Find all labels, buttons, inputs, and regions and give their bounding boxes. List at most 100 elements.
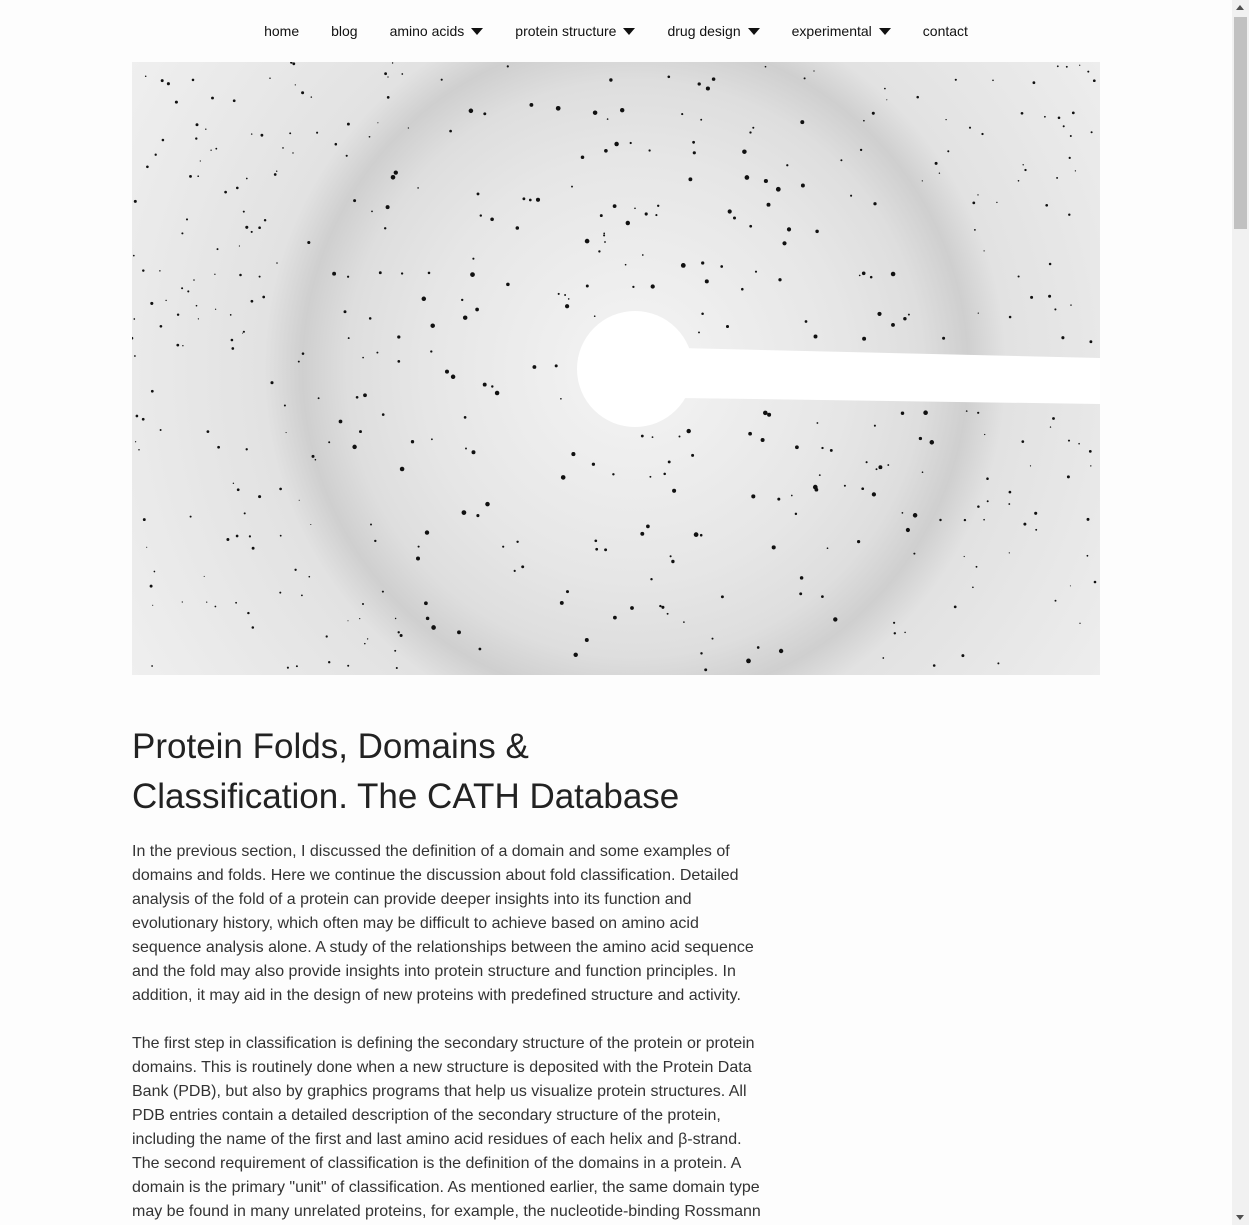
scrollbar-thumb[interactable] [1234,17,1247,229]
diffraction-spot [686,428,691,434]
vertical-scrollbar[interactable] [1232,0,1249,1225]
diffraction-spot [513,569,516,572]
diffraction-spot [640,434,644,438]
diffraction-spot [289,132,292,135]
nav-experimental[interactable]: experimental [776,23,907,39]
diffraction-spot [1070,304,1072,306]
diffraction-spot [1030,295,1034,299]
nav-protein-structure[interactable]: protein structure [499,23,651,39]
diffraction-spot [314,458,317,461]
diffraction-spot [799,576,804,580]
diffraction-spot [276,262,278,264]
diffraction-spot [913,552,916,555]
diffraction-spot [242,332,244,334]
diffraction-spot [399,633,403,638]
diffraction-spot [564,304,570,309]
diffraction-spot [470,272,475,277]
diffraction-spot [863,119,865,122]
diffraction-spot [904,631,906,634]
diffraction-spot [176,313,180,316]
diffraction-spot [1048,262,1052,266]
diffraction-spot [840,159,843,162]
scroll-down-arrow-icon[interactable] [1236,1215,1244,1220]
diffraction-spot [972,586,974,589]
diffraction-spot [756,646,760,649]
nav-blog-label: blog [331,23,358,39]
diffraction-spot [975,565,978,568]
diffraction-spot [983,250,985,252]
diffraction-spot [821,595,824,598]
diffraction-spot [325,635,328,638]
diffraction-spot [669,555,672,558]
diffraction-spot [260,133,264,137]
diffraction-spot [859,148,863,152]
diffraction-spot [746,658,751,664]
article: Protein Folds, Domains & Classification.… [132,722,772,1225]
diffraction-spot [283,404,286,407]
nav-amino-acids[interactable]: amino acids [374,23,500,39]
nav-protein-structure-label: protein structure [515,23,617,39]
diffraction-spot [794,512,798,516]
diffraction-spot [1056,65,1059,68]
diffraction-spot [206,601,208,603]
diffraction-spot [478,647,482,651]
diffraction-spot [146,165,149,169]
diffraction-spot [1062,125,1065,128]
diffraction-spot [416,556,420,561]
caret-down-icon [471,27,484,35]
diffraction-spot [882,657,885,659]
diffraction-spot [598,250,601,253]
diffraction-spot [450,374,456,380]
diffraction-spot [916,95,919,99]
diffraction-spot [786,164,789,167]
diffraction-spot [399,466,405,472]
diffraction-spot [942,336,946,340]
diffraction-spot [782,241,787,246]
diffraction-spot [585,284,589,288]
diffraction-spot [262,295,266,299]
diffraction-spot [364,642,366,645]
diffraction-spot [457,630,461,635]
diffraction-spot [1024,168,1027,172]
diffraction-spot [1069,585,1071,587]
nav-contact[interactable]: contact [907,23,984,39]
diffraction-spot [383,227,387,230]
nav-blog[interactable]: blog [315,23,373,39]
diffraction-spot [362,356,364,359]
diffraction-spot [476,514,480,518]
diffraction-spot [242,330,245,333]
diffraction-spot [671,559,675,564]
diffraction-spot [732,216,737,220]
diffraction-spot [421,296,427,302]
diffraction-spot [203,575,205,577]
diffraction-spot [613,615,617,620]
diffraction-spot [215,147,218,150]
diffraction-spot [475,307,479,312]
scroll-up-arrow-icon[interactable] [1236,5,1244,10]
diffraction-spot [205,128,207,130]
diffraction-spot [704,668,708,672]
diffraction-spot [149,584,153,588]
diffraction-spot [273,173,277,176]
diffraction-spot [907,313,910,316]
nav-home[interactable]: home [248,23,315,39]
diffraction-spot [667,75,671,79]
diffraction-spot [377,122,379,124]
diffraction-spot [394,649,397,652]
diffraction-spot [346,122,350,126]
diffraction-spot [886,99,888,101]
diffraction-spot [634,207,636,210]
diffraction-spot [152,604,154,606]
diffraction-spot [1008,552,1010,554]
diffraction-spot [790,494,793,497]
nav-drug-design[interactable]: drug design [651,23,775,39]
diffraction-spot [214,605,217,608]
diffraction-spot [1035,528,1038,531]
diffraction-spot [921,471,924,474]
diffraction-spot [986,500,989,503]
diffraction-spot [154,153,157,156]
diffraction-spot [697,82,701,86]
diffraction-spot [1067,439,1071,442]
diffraction-spot [146,546,148,548]
diffraction-spot [564,294,567,296]
